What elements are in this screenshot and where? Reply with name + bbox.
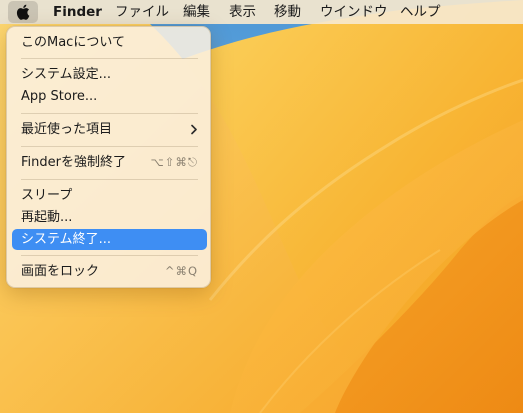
menu-item-restart[interactable]: 再起動... — [12, 207, 207, 228]
menu-item-about-this-mac[interactable]: このMacについて — [12, 32, 207, 53]
menubar-item-view[interactable]: 表示 — [229, 0, 256, 24]
menu-separator — [21, 179, 198, 180]
menu-item-label: 画面をロック — [21, 264, 100, 279]
chevron-right-icon — [190, 119, 198, 147]
force-quit-shortcut: ⌥⇧⌘⎋ — [150, 155, 198, 169]
apple-menu-dropdown: このMacについて システム設定... App Store... 最近使った項目… — [6, 26, 211, 288]
menubar-item-window[interactable]: ウインドウ — [320, 0, 388, 24]
menu-item-force-quit[interactable]: Finderを強制終了 ⌥⇧⌘⎋ — [12, 152, 207, 173]
menu-separator — [21, 58, 198, 59]
desktop: Finder ファイル 編集 表示 移動 ウインドウ ヘルプ このMacについて… — [0, 0, 523, 413]
menu-item-sleep[interactable]: スリープ — [12, 185, 207, 206]
menubar-item-file[interactable]: ファイル — [115, 0, 169, 24]
lock-screen-shortcut: ^⌘Q — [164, 264, 198, 278]
menu-item-label: スリープ — [21, 188, 73, 203]
menu-separator — [21, 255, 198, 256]
menu-item-label: App Store... — [21, 89, 98, 104]
menu-item-label: 再起動... — [21, 210, 73, 225]
menu-item-recent-items[interactable]: 最近使った項目 — [12, 119, 207, 140]
menu-item-system-settings[interactable]: システム設定... — [12, 64, 207, 85]
menu-bar: Finder ファイル 編集 表示 移動 ウインドウ ヘルプ — [0, 0, 523, 24]
menu-item-app-store[interactable]: App Store... — [12, 86, 207, 107]
menu-item-label: このMacについて — [21, 35, 125, 50]
menubar-item-go[interactable]: 移動 — [274, 0, 301, 24]
menu-separator — [21, 113, 198, 114]
menu-item-label: Finderを強制終了 — [21, 155, 126, 170]
menu-separator — [21, 146, 198, 147]
menubar-app-finder[interactable]: Finder — [53, 0, 102, 24]
menubar-item-help[interactable]: ヘルプ — [400, 0, 441, 24]
menu-item-label: システム終了... — [21, 232, 112, 247]
apple-logo-icon — [16, 4, 30, 20]
menu-item-lock-screen[interactable]: 画面をロック ^⌘Q — [12, 261, 207, 282]
menu-item-label: 最近使った項目 — [21, 122, 113, 137]
menubar-item-edit[interactable]: 編集 — [183, 0, 210, 24]
apple-menu-button[interactable] — [8, 1, 38, 23]
menu-item-label: システム設定... — [21, 67, 112, 82]
menu-item-shutdown[interactable]: システム終了... — [12, 229, 207, 250]
